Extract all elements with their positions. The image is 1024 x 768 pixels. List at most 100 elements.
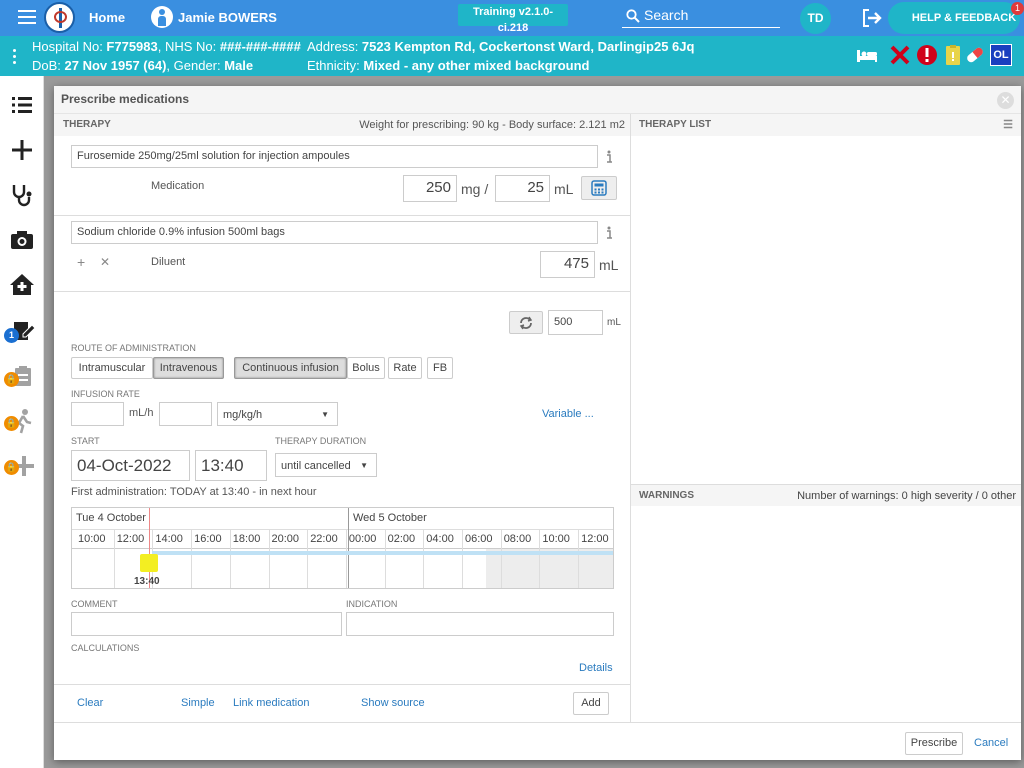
mode-continuous-infusion-button[interactable]: Continuous infusion — [234, 357, 347, 379]
volume-input[interactable]: 25 — [495, 175, 550, 202]
gender: Male — [224, 58, 254, 73]
route-intravenous-button[interactable]: Intravenous — [153, 357, 224, 379]
timeline-grid-line — [500, 530, 502, 588]
administration-timeline[interactable]: 10:00 12:00 14:00 16:00 18:00 20:00 22:00 00:00… — [71, 507, 614, 589]
dob: 27 Nov 1957 (64) — [64, 58, 167, 73]
volume-unit: mL — [554, 181, 574, 197]
mode-rate-button[interactable]: Rate — [388, 357, 422, 379]
dialog-header: Prescribe medications ✕ — [54, 86, 1021, 114]
document-alert-icon[interactable] — [942, 44, 964, 66]
camera-icon[interactable] — [8, 226, 36, 254]
patient-name[interactable]: Jamie BOWERS — [178, 10, 277, 25]
route-label: ROUTE OF ADMINISTRATION — [71, 343, 196, 353]
duration-select[interactable]: until cancelled ▼ — [275, 453, 377, 477]
route-intramuscular-button[interactable]: Intramuscular — [71, 357, 153, 379]
medication-pill-icon[interactable] — [964, 44, 986, 66]
search-box[interactable]: Search — [622, 6, 780, 28]
diluent-unit: mL — [599, 257, 619, 273]
menu-icon[interactable] — [18, 10, 36, 24]
medication-label: Medication — [151, 180, 205, 192]
list-icon[interactable] — [8, 91, 36, 119]
divider — [54, 215, 630, 216]
timeline-hour-label: 16:00 — [194, 533, 222, 545]
cancel-link[interactable]: Cancel — [974, 737, 1008, 749]
prescribe-button[interactable]: Prescribe — [905, 732, 963, 755]
calculator-button[interactable] — [581, 176, 617, 200]
search-label: Search — [644, 7, 689, 23]
timeline-hour-label: 02:00 — [387, 533, 416, 545]
chevron-down-icon: ▼ — [321, 410, 329, 419]
total-volume-input[interactable]: 500 — [548, 310, 603, 335]
timeline-grid-line — [578, 530, 580, 588]
info-icon[interactable] — [604, 226, 614, 240]
medication-name-field[interactable]: Furosemide 250mg/25ml solution for injec… — [71, 145, 598, 168]
address-line: Address: 7523 Kempton Rd, Cockertonst Wa… — [307, 39, 695, 54]
mode-fb-button[interactable]: FB — [427, 357, 453, 379]
timeline-hour-label: 20:00 — [271, 533, 300, 545]
logout-icon[interactable] — [862, 9, 882, 27]
stethoscope-icon[interactable] — [8, 181, 36, 209]
timeline-hour-label: 08:00 — [503, 533, 532, 545]
indication-field[interactable] — [346, 612, 614, 636]
show-source-link[interactable]: Show source — [361, 697, 425, 709]
home-medical-icon[interactable] — [8, 271, 36, 299]
timeline-grid-line — [191, 530, 193, 588]
refresh-button[interactable] — [509, 311, 543, 334]
info-icon[interactable] — [604, 150, 614, 164]
patient-icon — [151, 6, 173, 28]
simple-link[interactable]: Simple — [181, 697, 215, 709]
footer-divider — [54, 722, 1021, 723]
alert-exclamation-icon[interactable] — [916, 44, 938, 66]
rate-ml-input[interactable] — [71, 402, 124, 426]
diluent-name-field[interactable]: Sodium chloride 0.9% infusion 500ml bags — [71, 221, 598, 244]
timeline-infusion-bar — [152, 551, 613, 555]
comment-field[interactable] — [71, 612, 342, 636]
add-icon[interactable] — [8, 136, 36, 164]
add-diluent-icon[interactable]: + — [77, 254, 85, 270]
help-feedback-button[interactable]: HELP & FEEDBACK — [888, 2, 1020, 34]
lock-icon: 🔒 — [4, 460, 19, 475]
hospital-number-line: Hospital No: F775983, NHS No: ###-###-##… — [32, 39, 301, 54]
more-vert-icon[interactable] — [13, 49, 16, 67]
timeline-day-1: Tue 4 October — [76, 512, 146, 524]
bed-icon[interactable] — [856, 44, 878, 66]
top-bar: Home Jamie BOWERS Training v2.1.0-ci.218… — [0, 0, 1024, 36]
variable-link[interactable]: Variable ... — [542, 408, 594, 420]
mode-bolus-button[interactable]: Bolus — [347, 357, 385, 379]
allergy-cross-icon[interactable] — [889, 44, 911, 66]
search-icon — [626, 9, 640, 23]
home-link[interactable]: Home — [89, 10, 125, 25]
close-icon[interactable]: ✕ — [997, 92, 1014, 109]
timeline-start-marker[interactable] — [140, 554, 158, 572]
dob-line: DoB: 27 Nov 1957 (64), Gender: Male — [32, 58, 254, 73]
warnings-header: WARNINGS Number of warnings: 0 high seve… — [631, 484, 1021, 506]
therapy-list-header: THERAPY LIST ☰ — [631, 114, 1021, 136]
timeline-marker-label: 13:40 — [134, 576, 160, 587]
app-logo-icon[interactable] — [44, 2, 75, 33]
dose-input[interactable]: 250 — [403, 175, 457, 202]
indication-label: INDICATION — [346, 599, 398, 609]
start-time-input[interactable]: 13:40 — [195, 450, 267, 481]
start-date-input[interactable]: 04-Oct-2022 — [71, 450, 190, 481]
timeline-hour-label: 10:00 — [78, 533, 106, 545]
calculations-label: CALCULATIONS — [71, 643, 140, 653]
dose-rate-input[interactable] — [159, 402, 212, 426]
timeline-hour-label: 12:00 — [581, 533, 609, 545]
timeline-hour-label: 12:00 — [116, 533, 145, 545]
add-button[interactable]: Add — [573, 692, 609, 715]
user-avatar[interactable]: TD — [800, 3, 831, 34]
link-medication-link[interactable]: Link medication — [233, 697, 309, 709]
timeline-grid-line — [345, 530, 347, 588]
ethnicity-line: Ethnicity: Mixed - any other mixed backg… — [307, 58, 590, 73]
comment-label: COMMENT — [71, 599, 118, 609]
ol-badge[interactable]: OL — [990, 44, 1012, 66]
clear-link[interactable]: Clear — [77, 697, 103, 709]
diluent-volume-input[interactable]: 475 — [540, 251, 595, 278]
list-menu-icon[interactable]: ☰ — [1003, 114, 1013, 136]
patient-banner: Hospital No: F775983, NHS No: ###-###-##… — [0, 36, 1024, 76]
timeline-hour-label: 14:00 — [155, 533, 183, 545]
dose-rate-unit-select[interactable]: mg/kg/h ▼ — [217, 402, 338, 426]
details-link[interactable]: Details — [579, 662, 613, 674]
timeline-hour-label: 00:00 — [348, 533, 377, 545]
remove-diluent-icon[interactable]: ✕ — [100, 255, 110, 269]
